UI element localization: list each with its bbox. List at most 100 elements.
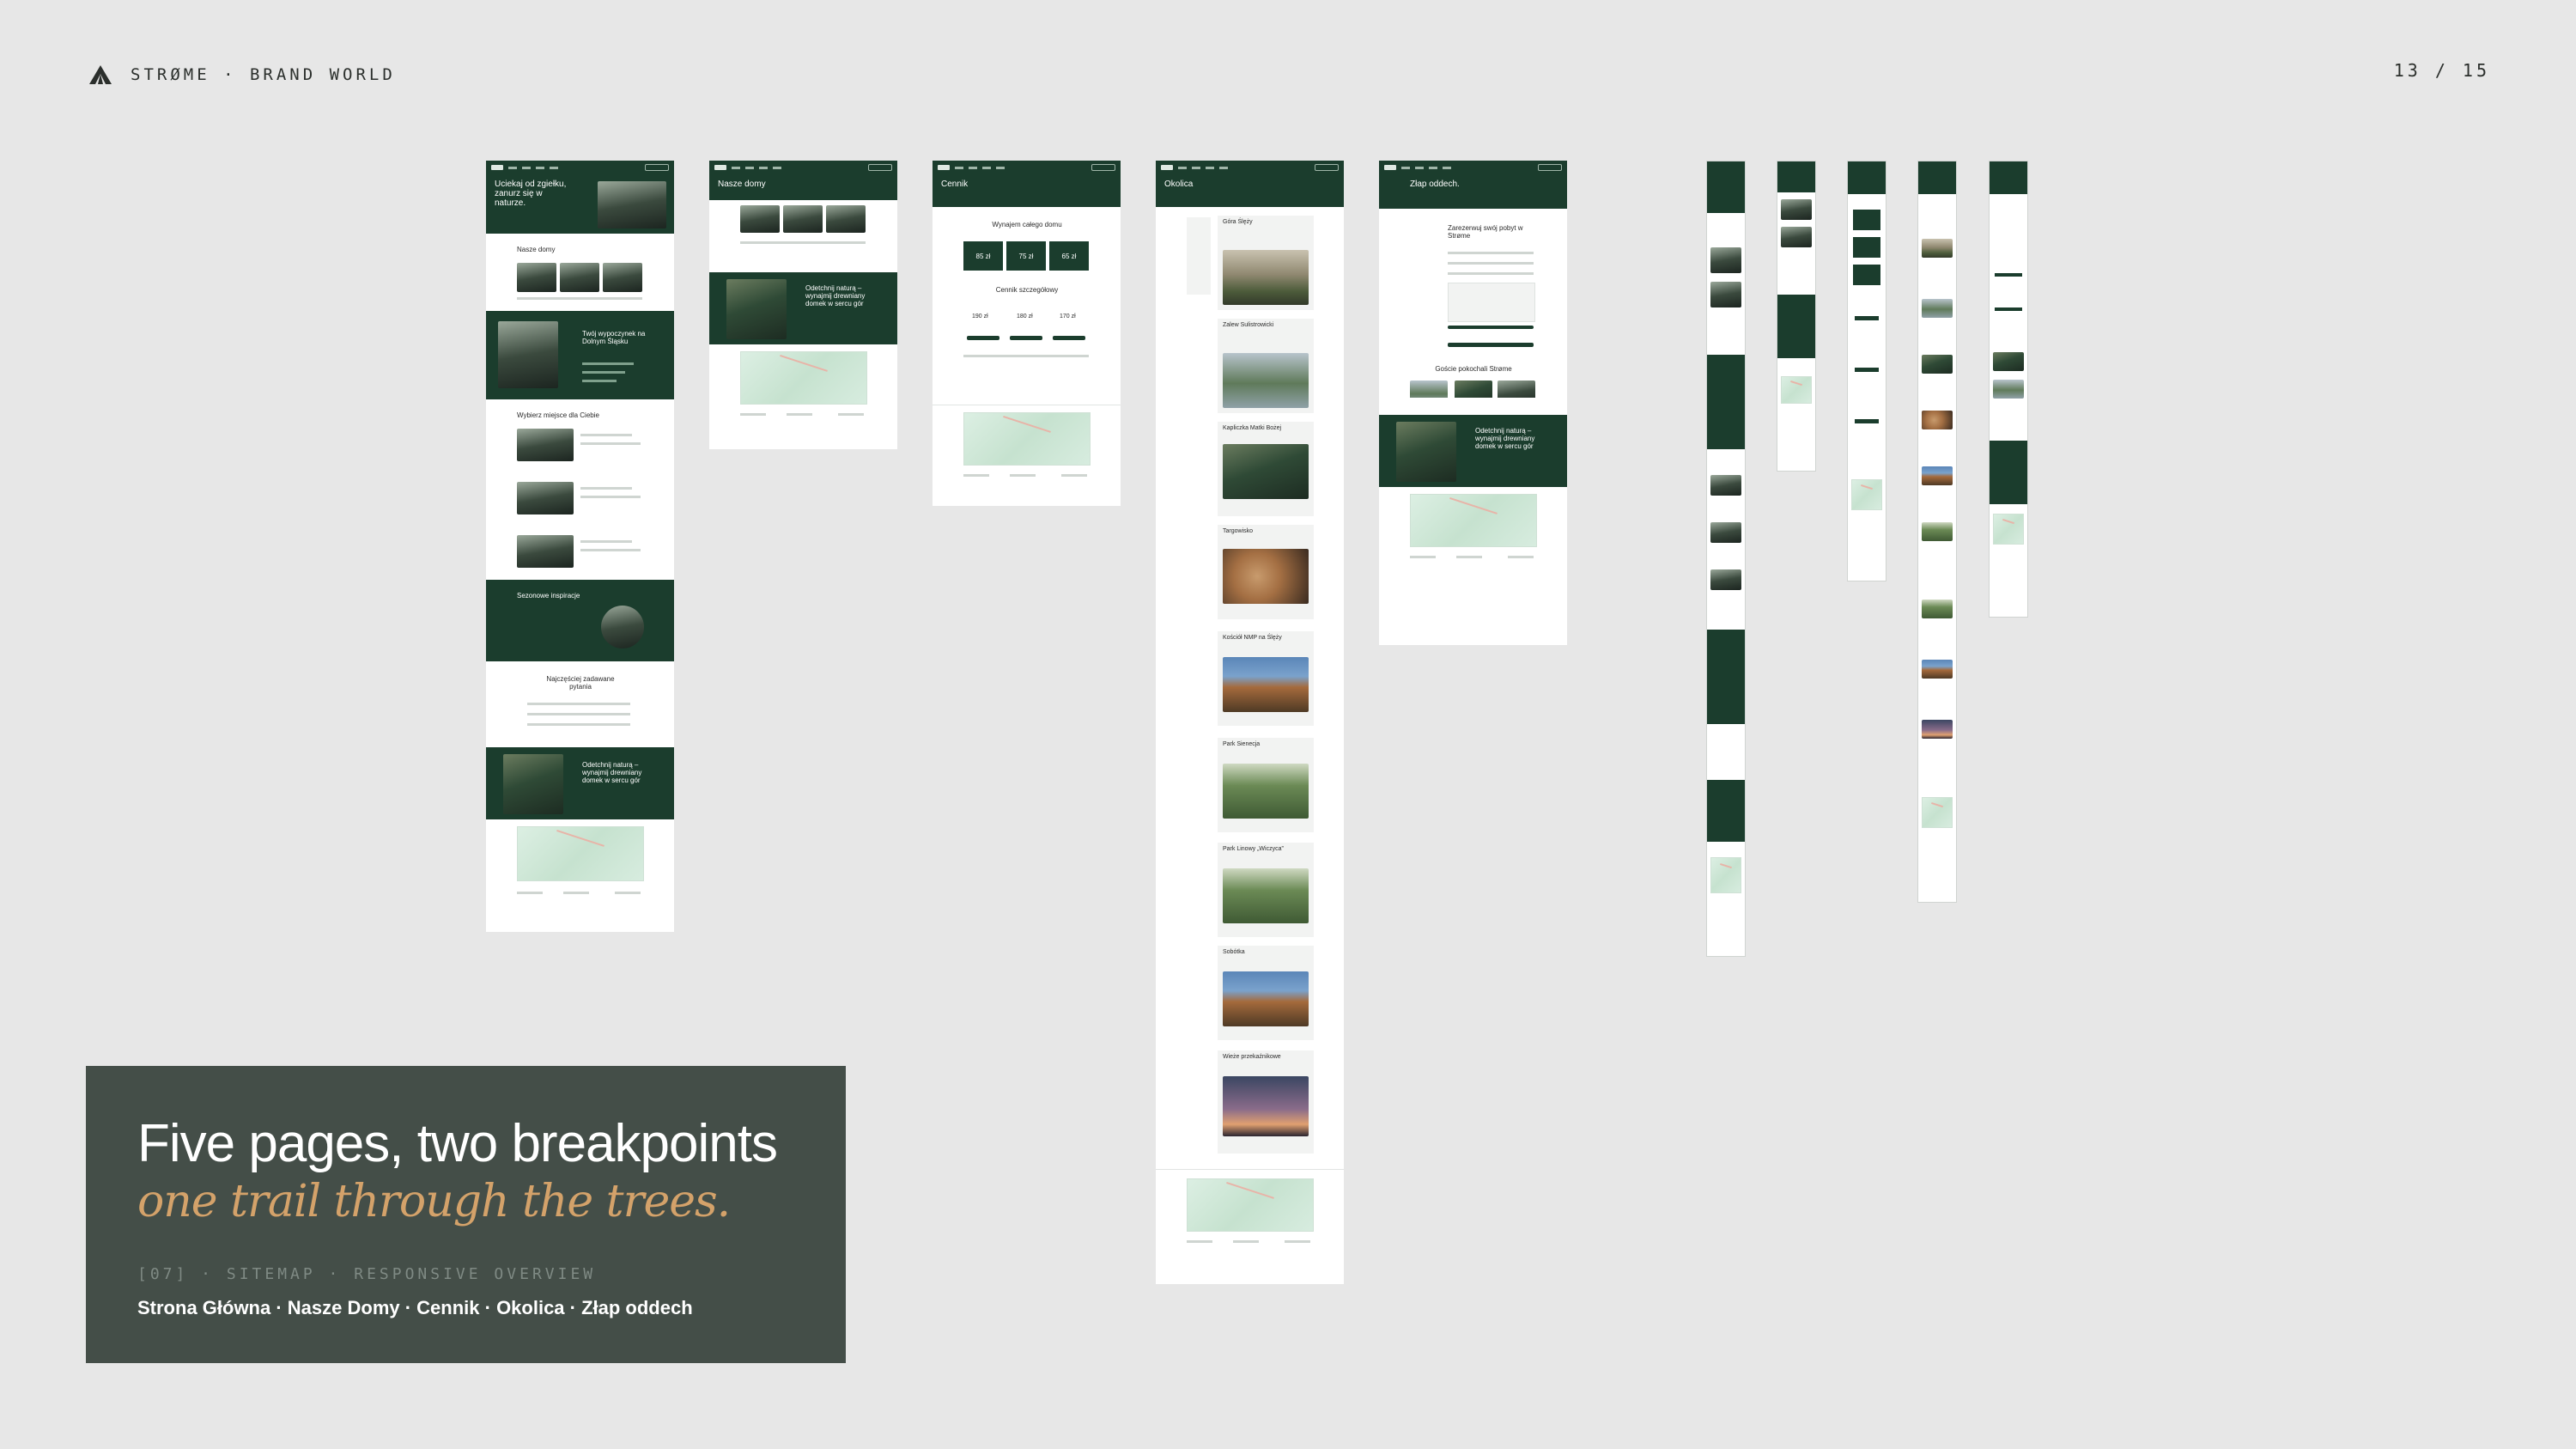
book-button-3[interactable] xyxy=(1053,336,1085,340)
houses-thumb-1[interactable] xyxy=(740,205,780,233)
place-photo-3[interactable] xyxy=(517,535,574,568)
strome-tree-icon xyxy=(89,65,112,84)
place-card-4[interactable]: Targowisko xyxy=(1218,525,1314,619)
gallery-photo-3[interactable] xyxy=(1498,381,1535,398)
mobile-page-contact[interactable] xyxy=(1989,161,2028,618)
place-card-6[interactable]: Park Sienecja xyxy=(1218,738,1314,832)
panel-meta: [07] · SITEMAP · RESPONSIVE OVERVIEW xyxy=(137,1265,597,1283)
place-title-5: Kościół NMP na Ślęży xyxy=(1223,635,1282,641)
home-nav[interactable] xyxy=(486,161,674,174)
place-card-5[interactable]: Kościół NMP na Ślęży xyxy=(1218,631,1314,726)
home-retreat-title: Twój wypoczynek na Dolnym Śląsku xyxy=(582,330,646,345)
pricing-map[interactable] xyxy=(963,412,1091,466)
contact-cta-title: Odetchnij naturą – wynajmij drewniany do… xyxy=(1475,427,1535,450)
pricing-footer xyxy=(933,405,1121,506)
detailed-price-2: 180 zł xyxy=(1017,314,1033,320)
place-card-3[interactable]: Kapliczka Matki Bożej xyxy=(1218,422,1314,516)
houses-thumb-2[interactable] xyxy=(783,205,823,233)
pricing-whole-title: Wynajem całego domu xyxy=(992,221,1062,228)
home-inspiration-title: Sezonowe inspiracje xyxy=(517,592,580,600)
book-button-2[interactable] xyxy=(1010,336,1042,340)
house-thumb-2[interactable] xyxy=(560,263,599,292)
contact-map[interactable] xyxy=(1410,494,1537,547)
mobile-page-pricing[interactable] xyxy=(1847,161,1886,581)
home-houses-section: Nasze domy xyxy=(486,234,674,311)
desktop-page-contact[interactable]: Złap oddech. Zarezerwuj swój pobyt w Str… xyxy=(1379,161,1567,645)
area-sidebar[interactable] xyxy=(1187,217,1211,295)
brand-title: STRØME · BRAND WORLD xyxy=(131,65,396,84)
houses-cta-photo xyxy=(726,279,787,339)
desktop-page-area[interactable]: Okolica Góra Ślęży Zalew Sulistrowicki K… xyxy=(1156,161,1344,1284)
price-box-3: 65 zł xyxy=(1049,241,1089,271)
book-button-1[interactable] xyxy=(967,336,999,340)
houses-map[interactable] xyxy=(740,351,867,405)
houses-hero: Nasze domy xyxy=(709,161,897,200)
home-retreat-section: Twój wypoczynek na Dolnym Śląsku xyxy=(486,311,674,399)
place-card-8[interactable]: Sobótka xyxy=(1218,946,1314,1040)
place-title-4: Targowisko xyxy=(1223,528,1254,534)
inspiration-photo xyxy=(601,606,644,648)
brand-header: STRØME · BRAND WORLD xyxy=(86,64,396,86)
area-hero: Okolica xyxy=(1156,161,1344,207)
gallery-photo-1[interactable] xyxy=(1410,381,1448,398)
place-photo xyxy=(1223,971,1309,1026)
panel-title: Five pages, two breakpoints xyxy=(137,1114,778,1173)
date-picker[interactable] xyxy=(1448,283,1535,322)
house-thumb-1[interactable] xyxy=(517,263,556,292)
place-photo xyxy=(1223,764,1309,819)
home-cta-title: Odetchnij naturą – wynajmij drewniany do… xyxy=(582,761,642,784)
place-title-1: Góra Ślęży xyxy=(1223,219,1253,225)
place-card-9[interactable]: Wieże przekaźnikowe xyxy=(1218,1050,1314,1154)
submit-button[interactable] xyxy=(1448,343,1534,347)
contact-form: Zarezerwuj swój pobyt w Strøme Goście po… xyxy=(1379,209,1567,398)
desktop-page-pricing[interactable]: Cennik Wynajem całego domu 85 zł 75 zł 6… xyxy=(933,161,1121,506)
place-title-2: Zalew Sulistrowicki xyxy=(1223,322,1274,328)
place-photo-1[interactable] xyxy=(517,429,574,461)
place-title-7: Park Linowy „Wiczyca” xyxy=(1223,846,1284,852)
mobile-page-home[interactable] xyxy=(1706,161,1746,957)
place-photo xyxy=(1223,353,1309,408)
summary-panel: Five pages, two breakpoints one trail th… xyxy=(86,1066,846,1363)
place-photo xyxy=(1223,444,1309,499)
place-photo-2[interactable] xyxy=(517,482,574,514)
form-field[interactable] xyxy=(1448,272,1534,275)
contact-cta: Odetchnij naturą – wynajmij drewniany do… xyxy=(1379,415,1567,487)
contact-nav[interactable] xyxy=(1379,161,1567,174)
home-hero: Uciekaj od zgiełku, zanurz się w naturze… xyxy=(486,161,674,234)
pricing-hero-title: Cennik xyxy=(941,180,969,189)
home-faq-section: Najczęściej zadawane pytania xyxy=(486,661,674,747)
place-title-8: Sobótka xyxy=(1223,949,1245,955)
home-cta-section: Odetchnij naturą – wynajmij drewniany do… xyxy=(486,747,674,819)
place-card-7[interactable]: Park Linowy „Wiczyca” xyxy=(1218,843,1314,937)
contact-gallery-title: Goście pokochali Strøme xyxy=(1435,365,1512,373)
date-confirm[interactable] xyxy=(1448,326,1534,329)
form-field[interactable] xyxy=(1448,252,1534,254)
contact-hero: Złap oddech. xyxy=(1379,161,1567,209)
contact-hero-title: Złap oddech. xyxy=(1410,180,1460,189)
place-title-9: Wieże przekaźnikowe xyxy=(1223,1054,1281,1060)
desktop-page-home[interactable]: Uciekaj od zgiełku, zanurz się w naturze… xyxy=(486,161,674,932)
houses-cta: Odetchnij naturą – wynajmij drewniany do… xyxy=(709,272,897,344)
gallery-photo-2[interactable] xyxy=(1455,381,1492,398)
area-map[interactable] xyxy=(1187,1178,1314,1232)
pricing-nav[interactable] xyxy=(933,161,1121,174)
form-field[interactable] xyxy=(1448,262,1534,265)
house-thumb-3[interactable] xyxy=(603,263,642,292)
area-nav[interactable] xyxy=(1156,161,1344,174)
houses-nav[interactable] xyxy=(709,161,897,174)
place-card-2[interactable]: Zalew Sulistrowicki xyxy=(1218,319,1314,413)
desktop-page-houses[interactable]: Nasze domy Odetchnij naturą – wynajmij d… xyxy=(709,161,897,449)
houses-thumb-3[interactable] xyxy=(826,205,866,233)
page-counter: 13 / 15 xyxy=(2393,60,2490,81)
place-photo xyxy=(1223,657,1309,712)
place-card-1[interactable]: Góra Ślęży xyxy=(1218,216,1314,310)
place-photo xyxy=(1223,1076,1309,1136)
mobile-page-area[interactable] xyxy=(1917,161,1957,903)
cta-tree-photo xyxy=(503,754,563,814)
home-houses-title: Nasze domy xyxy=(517,246,556,253)
mobile-page-houses[interactable] xyxy=(1777,161,1816,472)
home-hero-photo xyxy=(598,181,666,228)
contact-cta-photo xyxy=(1396,422,1456,482)
home-map[interactable] xyxy=(517,826,644,881)
home-faq-title: Najczęściej zadawane pytania xyxy=(546,675,615,691)
